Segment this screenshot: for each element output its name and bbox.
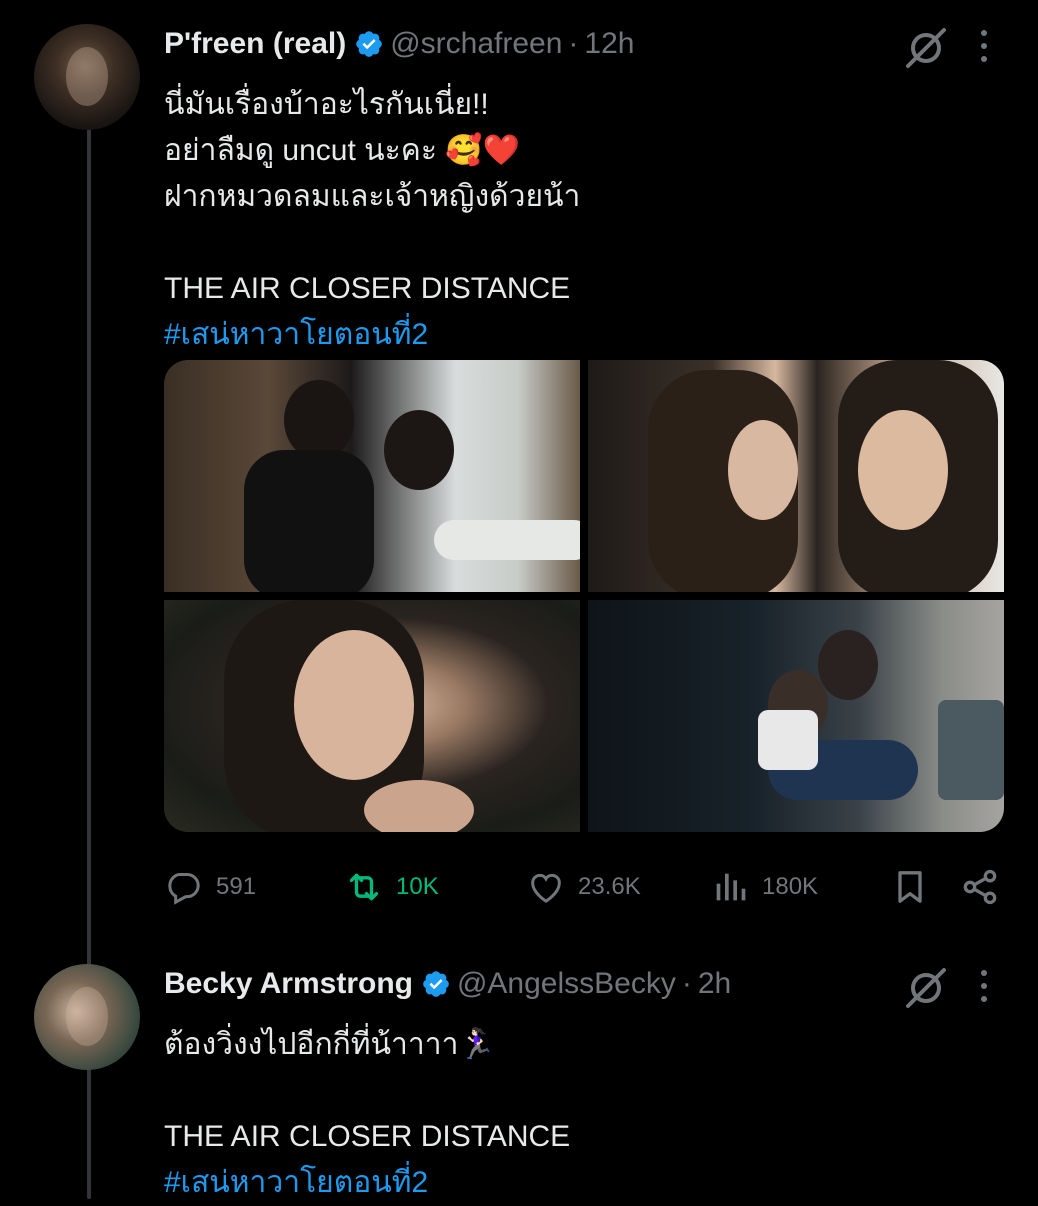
verified-badge-icon xyxy=(356,31,383,57)
grok-icon[interactable] xyxy=(904,966,948,1010)
reply-count: 591 xyxy=(216,873,257,900)
more-icon[interactable] xyxy=(978,970,990,1010)
separator: · xyxy=(681,967,692,1000)
more-icon[interactable] xyxy=(978,30,990,70)
like-icon xyxy=(531,873,561,903)
display-name[interactable]: P'freen (real) xyxy=(164,27,346,61)
tweet-line: นี่มันเรื่องบ้าอะไรกันเนี่ย!! xyxy=(164,88,489,121)
bookmark-button[interactable] xyxy=(890,864,942,910)
share-icon xyxy=(963,869,997,905)
tweet-header: P'freen (real) @srchafreen · 12h xyxy=(164,24,634,64)
grok-icon[interactable] xyxy=(904,26,948,70)
timestamp[interactable]: 12h xyxy=(584,27,634,61)
tweet-actions: 591 10K 23.6K 180K xyxy=(164,864,1004,910)
hashtag-link[interactable]: #เสน่หาวาโยตอนที่2 xyxy=(164,1160,570,1206)
display-name[interactable]: Becky Armstrong xyxy=(164,967,413,1001)
tweet-line: ต้องวิ่งงไปอีกกี่ที่น้าาาา🏃🏻‍♀️ xyxy=(164,1028,496,1061)
avatar[interactable] xyxy=(34,24,140,130)
tweet-line xyxy=(164,1068,570,1114)
media-image-1[interactable] xyxy=(164,360,580,592)
media-image-3[interactable] xyxy=(164,600,580,832)
tweet-text: ต้องวิ่งงไปอีกกี่ที่น้าาาา🏃🏻‍♀️ THE AIR C… xyxy=(164,1022,570,1206)
like-button[interactable]: 23.6K xyxy=(526,864,641,910)
media-image-2[interactable] xyxy=(588,360,1004,592)
tweet-line xyxy=(164,220,580,266)
verified-badge-icon xyxy=(423,971,449,997)
retweet-icon xyxy=(349,873,379,901)
view-count: 180K xyxy=(762,873,819,900)
timestamp[interactable]: 2h xyxy=(698,967,731,1001)
retweet-button[interactable]: 10K xyxy=(344,864,439,910)
media-image-4[interactable] xyxy=(588,600,1004,832)
reply-icon xyxy=(168,873,200,905)
separator: · xyxy=(568,27,579,60)
tweet-line: THE AIR CLOSER DISTANCE xyxy=(164,272,571,305)
media-grid xyxy=(164,360,1004,832)
like-count: 23.6K xyxy=(578,873,641,900)
tweet-line: อย่าลืมดู uncut นะคะ 🥰❤️ xyxy=(164,134,520,167)
retweet-count: 10K xyxy=(396,873,439,900)
tweet-header: Becky Armstrong @AngelssBecky · 2h xyxy=(164,964,731,1004)
avatar[interactable] xyxy=(34,964,140,1070)
handle[interactable]: @srchafreen xyxy=(390,27,562,61)
share-button[interactable] xyxy=(960,864,1012,910)
views-button[interactable]: 180K xyxy=(710,864,818,910)
tweet-text: นี่มันเรื่องบ้าอะไรกันเนี่ย!! อย่าลืมดู u… xyxy=(164,82,580,358)
handle[interactable]: @AngelssBecky xyxy=(457,967,676,1001)
reply-button[interactable]: 591 xyxy=(164,864,256,910)
bookmark-icon xyxy=(898,871,922,903)
tweet-line: THE AIR CLOSER DISTANCE xyxy=(164,1120,571,1153)
tweet-line: ฝากหมวดลมและเจ้าหญิงด้วยน้า xyxy=(164,180,581,213)
hashtag-link[interactable]: #เสน่หาวาโยตอนที่2 xyxy=(164,312,580,358)
views-icon xyxy=(716,873,746,901)
